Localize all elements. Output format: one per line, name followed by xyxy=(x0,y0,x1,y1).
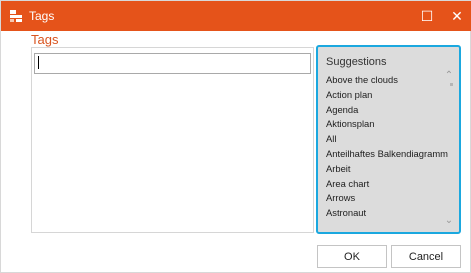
suggestion-item[interactable]: Astronaut xyxy=(326,206,450,221)
title-bar[interactable]: Tags ☐ ✕ xyxy=(1,1,471,31)
suggestion-item[interactable]: Aktionsplan xyxy=(326,117,450,132)
maximize-icon[interactable]: ☐ xyxy=(412,1,442,31)
suggestion-item[interactable]: Above the clouds xyxy=(326,73,450,88)
scrollbar-thumb[interactable] xyxy=(450,83,453,86)
text-caret xyxy=(38,56,39,69)
ok-button[interactable]: OK xyxy=(317,245,387,268)
suggestion-item[interactable]: Action plan xyxy=(326,88,450,103)
close-icon[interactable]: ✕ xyxy=(442,1,471,31)
suggestion-item[interactable]: Area chart xyxy=(326,177,450,192)
suggestion-item[interactable]: All xyxy=(326,132,450,147)
suggestions-list: Above the clouds Action plan Agenda Akti… xyxy=(326,73,450,221)
scroll-down-icon[interactable]: ⌄ xyxy=(444,216,454,226)
tags-app-icon xyxy=(9,9,23,23)
suggestions-header: Suggestions xyxy=(326,56,387,68)
scroll-up-icon[interactable]: ⌃ xyxy=(444,71,454,81)
suggestion-item[interactable]: Arbeit xyxy=(326,162,450,177)
tags-label: Tags xyxy=(31,32,59,47)
tags-dialog: Tags ☐ ✕ Tags Suggestions Above the clou… xyxy=(0,0,471,273)
tag-input[interactable] xyxy=(34,53,311,74)
suggestions-list-box[interactable]: Suggestions Above the clouds Action plan… xyxy=(316,45,461,234)
suggestion-item[interactable]: Anteilhaftes Balkendiagramm xyxy=(326,147,450,162)
suggestion-item[interactable]: Arrows xyxy=(326,191,450,206)
cancel-button[interactable]: Cancel xyxy=(391,245,461,268)
tags-panel xyxy=(31,47,314,233)
suggestion-item[interactable]: Agenda xyxy=(326,103,450,118)
window-title: Tags xyxy=(29,9,55,23)
